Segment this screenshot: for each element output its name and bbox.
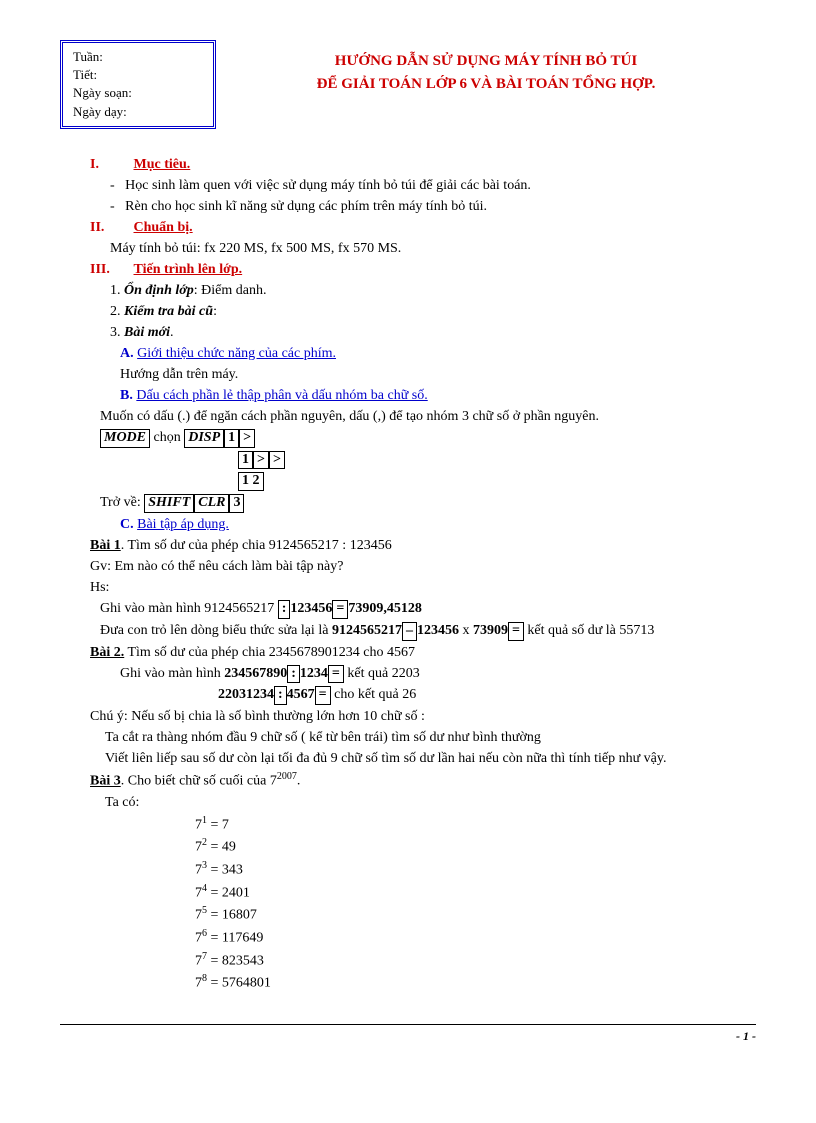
- s3-item3: 3. Bài mới.: [90, 322, 756, 343]
- key-shift: SHIFT: [144, 494, 194, 513]
- section-1-title: Mục tiêu.: [134, 157, 191, 172]
- mode-line3: 1 2: [90, 470, 756, 492]
- bai1-ghi: Ghi vào màn hình 9124565217 :123456=7390…: [90, 598, 756, 620]
- content: I. Mục tiêu. - Học sinh làm quen với việ…: [60, 154, 756, 994]
- section-2: II. Chuẩn bị.: [90, 217, 756, 238]
- key-eq4: =: [315, 686, 331, 705]
- s2-line1: Máy tính bỏ túi: fx 220 MS, fx 500 MS, f…: [90, 238, 756, 259]
- section-3: III. Tiến trình lên lớp.: [90, 259, 756, 280]
- sub-b: B. Dấu cách phần lẻ thập phân và dấu nhó…: [90, 385, 756, 406]
- s3-item1: 1. Ổn định lớp: Điểm danh.: [90, 280, 756, 301]
- s1-bullet2: - Rèn cho học sinh kĩ năng sử dụng các p…: [90, 196, 756, 217]
- section-2-title: Chuẩn bị.: [134, 220, 193, 235]
- sub-b-line1: Muốn có dấu (.) để ngăn cách phần nguyên…: [90, 406, 756, 427]
- bai3-title: Bài 3. Cho biết chữ số cuối của 72007.: [90, 769, 756, 792]
- key-1b: 1: [238, 451, 253, 470]
- section-1: I. Mục tiêu.: [90, 154, 756, 175]
- roman-2: II.: [90, 217, 130, 238]
- bai1-dua: Đưa con trỏ lên dòng biểu thức sửa lại l…: [90, 620, 756, 642]
- page-footer: - 1 -: [60, 1024, 756, 1045]
- roman-3: III.: [90, 259, 130, 280]
- power-row: 72 = 49: [90, 835, 756, 858]
- bai1-hs: Hs:: [90, 577, 756, 598]
- key-gt3: >: [269, 451, 285, 470]
- bai2-ta: Ta cắt ra thàng nhóm đầu 9 chữ số ( kể t…: [90, 727, 756, 748]
- key-eq2: =: [508, 622, 524, 641]
- page-title: HƯỚNG DẪN SỬ DỤNG MÁY TÍNH BỎ TÚI ĐỂ GIẢ…: [216, 40, 756, 95]
- bai1-title: Bài 1. Tìm số dư của phép chia 912456521…: [90, 535, 756, 556]
- mode-line2: 1>>: [90, 449, 756, 471]
- key-div3: :: [274, 686, 287, 705]
- key-12: 1 2: [238, 472, 264, 491]
- power-row: 78 = 5764801: [90, 971, 756, 994]
- info-soan: Ngày soạn:: [73, 84, 203, 102]
- key-eq3: =: [328, 665, 344, 684]
- bai1-gv: Gv: Em nào có thể nêu cách làm bài tập n…: [90, 556, 756, 577]
- bai2-ghi2: 22031234:4567= cho kết quả 26: [90, 684, 756, 706]
- s1-bullet1: - Học sinh làm quen với việc sử dụng máy…: [90, 175, 756, 196]
- key-clr: CLR: [194, 494, 229, 513]
- bai2-title: Bài 2. Tìm số dư của phép chia 234567890…: [90, 642, 756, 663]
- mode-line1: MODE chọn DISP1>: [90, 427, 756, 449]
- info-box: Tuần: Tiết: Ngày soạn: Ngày dạy:: [60, 40, 216, 129]
- trove-line: Trở về: SHIFTCLR3: [90, 492, 756, 514]
- power-row: 73 = 343: [90, 858, 756, 881]
- key-gt1: >: [239, 429, 255, 448]
- roman-1: I.: [90, 154, 130, 175]
- s3-item2: 2. Kiểm tra bài cũ:: [90, 301, 756, 322]
- sub-a: A. Giới thiệu chức năng của các phím.: [90, 343, 756, 364]
- key-div1: :: [278, 600, 291, 619]
- bai2-viet: Viết liên liếp sau số dư còn lại tối đa …: [90, 748, 756, 769]
- key-3: 3: [229, 494, 244, 513]
- section-3-title: Tiến trình lên lớp.: [134, 262, 243, 277]
- info-tuan: Tuần:: [73, 48, 203, 66]
- key-mode: MODE: [100, 429, 150, 448]
- title-line1: HƯỚNG DẪN SỬ DỤNG MÁY TÍNH BỎ TÚI: [216, 50, 756, 73]
- title-line2: ĐỂ GIẢI TOÁN LỚP 6 VÀ BÀI TOÁN TỔNG HỢP.: [216, 73, 756, 96]
- key-disp: DISP: [184, 429, 224, 448]
- sub-c: C. Bài tập áp dụng.: [90, 514, 756, 535]
- power-row: 77 = 823543: [90, 949, 756, 972]
- key-gt2: >: [253, 451, 269, 470]
- key-div2: :: [287, 665, 300, 684]
- key-1a: 1: [224, 429, 239, 448]
- info-day: Ngày dạy:: [73, 103, 203, 121]
- power-row: 76 = 117649: [90, 926, 756, 949]
- power-row: 75 = 16807: [90, 903, 756, 926]
- bai3-taco: Ta có:: [90, 792, 756, 813]
- powers-list: 71 = 772 = 4973 = 34374 = 240175 = 16807…: [90, 813, 756, 994]
- sub-a-line: Hướng dẫn trên máy.: [90, 364, 756, 385]
- bai2-ghi1: Ghi vào màn hình 234567890:1234= kết quả…: [90, 663, 756, 685]
- key-minus: –: [402, 622, 417, 641]
- key-eq1: =: [332, 600, 348, 619]
- info-tiet: Tiết:: [73, 66, 203, 84]
- header-row: Tuần: Tiết: Ngày soạn: Ngày dạy: HƯỚNG D…: [60, 40, 756, 129]
- power-row: 71 = 7: [90, 813, 756, 836]
- bai2-chuy: Chú ý: Nếu số bị chia là số bình thường …: [90, 706, 756, 727]
- power-row: 74 = 2401: [90, 881, 756, 904]
